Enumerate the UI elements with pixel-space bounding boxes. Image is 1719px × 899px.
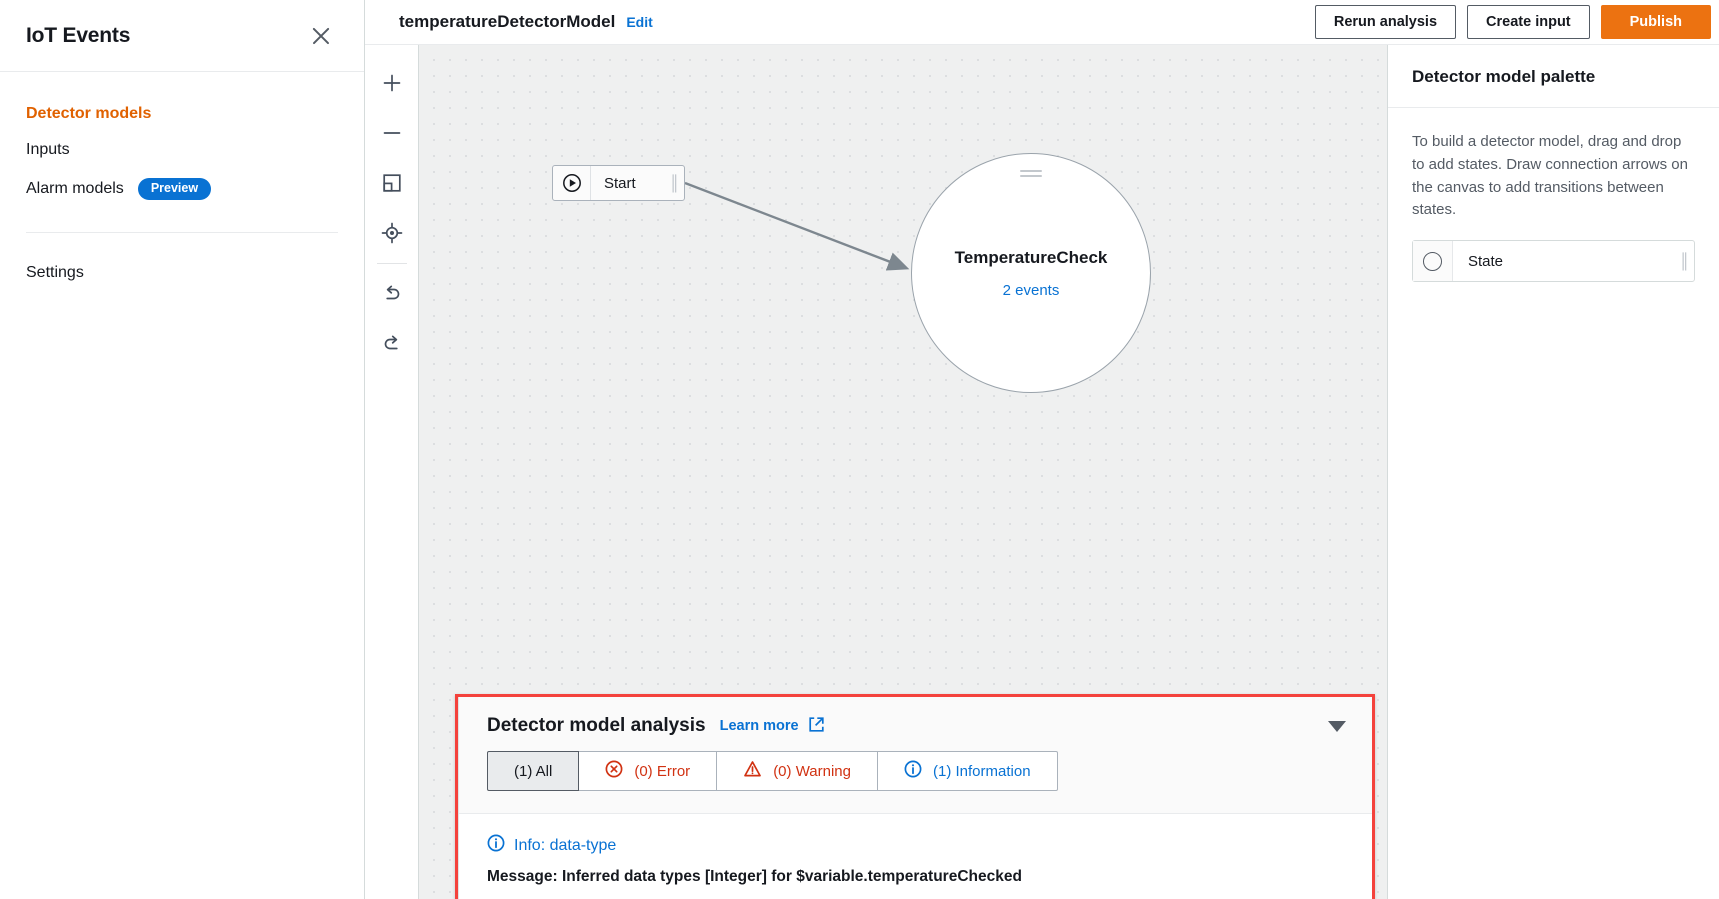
state-node-name: TemperatureCheck — [955, 248, 1108, 268]
top-bar-actions: Rerun analysis Create input Publish — [1315, 5, 1711, 39]
toolbar-divider — [377, 263, 407, 264]
drag-handle-icon[interactable]: ║ — [666, 166, 684, 200]
preview-badge: Preview — [138, 178, 211, 200]
analysis-results: Info: data-type Message: Inferred data t… — [459, 813, 1372, 899]
sidebar-item-alarm-models[interactable]: Alarm models Preview — [26, 168, 338, 210]
palette-body: To build a detector model, drag and drop… — [1388, 108, 1719, 282]
drag-handle-icon[interactable] — [1020, 170, 1042, 178]
analysis-panel-inner: Detector model analysis Learn more — [458, 697, 1372, 899]
sidebar-title: IoT Events — [26, 24, 130, 48]
create-input-button[interactable]: Create input — [1467, 5, 1590, 39]
info-circle-icon — [487, 834, 505, 857]
analysis-result-message: Message: Inferred data types [Integer] f… — [487, 868, 1344, 886]
analysis-filter-tabs: (1) All — [459, 751, 1372, 813]
sidebar-header: IoT Events — [0, 0, 364, 72]
page-title: temperatureDetectorModel — [399, 12, 615, 32]
sidebar-nav-bottom: Settings — [0, 233, 364, 291]
zoom-in-icon[interactable] — [372, 59, 412, 107]
sidebar-item-label: Alarm models — [26, 181, 124, 197]
fit-to-screen-icon[interactable] — [372, 159, 412, 207]
detector-model-palette: Detector model palette To build a detect… — [1387, 45, 1719, 899]
info-circle-icon — [904, 760, 922, 782]
zoom-out-icon[interactable] — [372, 109, 412, 157]
palette-header: Detector model palette — [1388, 45, 1719, 108]
undo-icon[interactable] — [372, 270, 412, 318]
sidebar-item-label: Inputs — [26, 142, 70, 158]
tab-information[interactable]: (1) Information — [878, 751, 1058, 791]
error-circle-icon — [605, 760, 623, 782]
sidebar-item-inputs[interactable]: Inputs — [26, 132, 338, 168]
external-link-icon — [808, 716, 825, 737]
play-circle-icon — [553, 166, 591, 200]
caret-down-icon[interactable] — [1328, 721, 1346, 732]
tab-warning-label: (0) Warning — [773, 763, 851, 780]
circle-icon — [1413, 241, 1453, 281]
center-canvas-icon[interactable] — [372, 209, 412, 257]
analysis-result-title-text: Info: data-type — [514, 837, 616, 855]
tab-all[interactable]: (1) All — [487, 751, 579, 791]
drag-handle-icon[interactable]: ║ — [1676, 241, 1694, 281]
analysis-title: Detector model analysis — [487, 715, 706, 737]
warning-triangle-icon — [743, 760, 762, 782]
analysis-header: Detector model analysis Learn more — [459, 697, 1372, 751]
close-icon[interactable] — [308, 23, 334, 49]
palette-title: Detector model palette — [1412, 67, 1695, 87]
learn-more-label: Learn more — [720, 718, 799, 734]
start-node-label: Start — [591, 166, 666, 200]
palette-item-state[interactable]: State ║ — [1412, 240, 1695, 282]
learn-more-link[interactable]: Learn more — [720, 716, 825, 737]
analysis-result-title: Info: data-type — [487, 834, 1344, 857]
canvas-column: Start ║ TemperatureCheck 2 events — [365, 45, 1387, 899]
main-region: temperatureDetectorModel Edit Rerun anal… — [365, 0, 1719, 899]
state-node-temperaturecheck[interactable]: TemperatureCheck 2 events — [911, 153, 1151, 393]
sidebar-item-detector-models[interactable]: Detector models — [26, 96, 338, 132]
detector-model-canvas[interactable]: Start ║ TemperatureCheck 2 events — [418, 45, 1387, 899]
sidebar: IoT Events Detector models Inputs Alarm … — [0, 0, 365, 899]
rerun-analysis-button[interactable]: Rerun analysis — [1315, 5, 1456, 39]
palette-description: To build a detector model, drag and drop… — [1412, 131, 1695, 222]
redo-icon[interactable] — [372, 320, 412, 368]
sidebar-item-settings[interactable]: Settings — [26, 255, 338, 291]
tab-all-label: (1) All — [514, 763, 552, 780]
canvas-toolbar — [365, 45, 418, 899]
top-bar: temperatureDetectorModel Edit Rerun anal… — [365, 0, 1719, 45]
workspace: Start ║ TemperatureCheck 2 events — [365, 45, 1719, 899]
tab-warning[interactable]: (0) Warning — [717, 751, 878, 791]
palette-item-label: State — [1453, 241, 1676, 281]
tab-error[interactable]: (0) Error — [579, 751, 717, 791]
state-node-events-link[interactable]: 2 events — [1003, 282, 1060, 299]
detector-model-analysis-panel: Detector model analysis Learn more — [455, 694, 1375, 899]
app-root: IoT Events Detector models Inputs Alarm … — [0, 0, 1719, 899]
canvas-wrapper: Start ║ TemperatureCheck 2 events — [418, 45, 1387, 899]
edit-link[interactable]: Edit — [626, 14, 652, 30]
sidebar-item-label: Detector models — [26, 106, 151, 122]
tab-error-label: (0) Error — [634, 763, 690, 780]
sidebar-nav: Detector models Inputs Alarm models Prev… — [0, 72, 364, 210]
start-node[interactable]: Start ║ — [552, 165, 685, 201]
tab-information-label: (1) Information — [933, 763, 1031, 780]
publish-button[interactable]: Publish — [1601, 5, 1711, 39]
sidebar-item-label: Settings — [26, 265, 84, 281]
